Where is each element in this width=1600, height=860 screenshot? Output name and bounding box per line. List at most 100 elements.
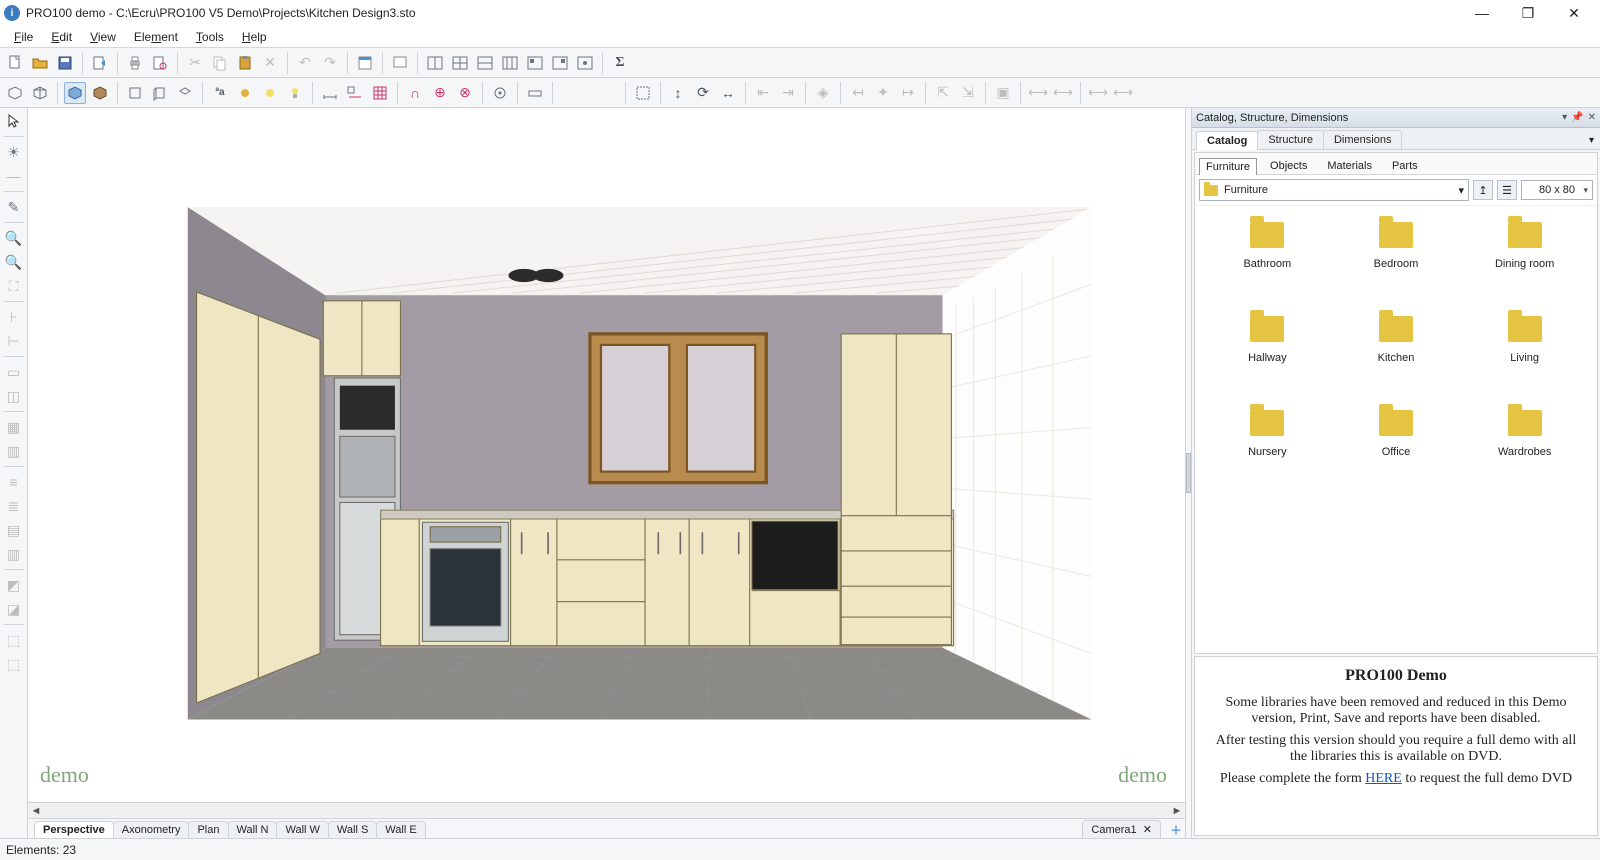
- menu-help[interactable]: Help: [234, 28, 275, 46]
- new-file-button[interactable]: [4, 52, 26, 74]
- layer-3-button[interactable]: ▤: [3, 519, 25, 541]
- layout4-button[interactable]: [499, 52, 521, 74]
- eyedropper-button[interactable]: ✎: [3, 196, 25, 218]
- copy-button[interactable]: [209, 52, 231, 74]
- align-8-button[interactable]: ⇲: [957, 82, 979, 104]
- dimension-edit-button[interactable]: [344, 82, 366, 104]
- target-button[interactable]: [489, 82, 511, 104]
- zoom-out-button[interactable]: 🔍: [3, 251, 25, 273]
- folder-hallway[interactable]: Hallway: [1212, 316, 1322, 364]
- measure-v2-button[interactable]: ⟷: [1112, 82, 1134, 104]
- filter-objects[interactable]: Objects: [1263, 157, 1314, 174]
- dimension-mode-button[interactable]: [319, 82, 341, 104]
- window-maximize-button[interactable]: ❐: [1506, 0, 1550, 26]
- folder-wardrobes[interactable]: Wardrobes: [1470, 410, 1580, 458]
- window-config-button[interactable]: [389, 52, 411, 74]
- cut-button[interactable]: ✂: [184, 52, 206, 74]
- redo-button[interactable]: ↷: [319, 52, 341, 74]
- view3d-1-button[interactable]: [4, 82, 26, 104]
- select-bound-button[interactable]: [632, 82, 654, 104]
- layout3-button[interactable]: [474, 52, 496, 74]
- misc-3-button[interactable]: ⬚: [3, 629, 25, 651]
- view3d-2-button[interactable]: [29, 82, 51, 104]
- tab-plan[interactable]: Plan: [188, 821, 228, 838]
- layout5-button[interactable]: [524, 52, 546, 74]
- cursor-tool-button[interactable]: [3, 110, 25, 132]
- calculate-button[interactable]: Σ: [609, 52, 631, 74]
- window-close-button[interactable]: ✕: [1552, 0, 1596, 26]
- up-folder-button[interactable]: ↥: [1473, 180, 1493, 200]
- misc-1-button[interactable]: ◩: [3, 574, 25, 596]
- grid-button[interactable]: [369, 82, 391, 104]
- tab-overflow-icon[interactable]: ▾: [1583, 132, 1600, 149]
- light1-button[interactable]: [234, 82, 256, 104]
- dim-button-1[interactable]: [524, 82, 546, 104]
- print-preview-button[interactable]: [149, 52, 171, 74]
- view-front-button[interactable]: [124, 82, 146, 104]
- thumb-size-dropdown[interactable]: 80 x 80: [1521, 180, 1593, 200]
- misc-2-button[interactable]: ◪: [3, 598, 25, 620]
- snap-2-button[interactable]: ⊕: [429, 82, 451, 104]
- folder-kitchen[interactable]: Kitchen: [1341, 316, 1451, 364]
- info-pane[interactable]: PRO100 Demo Some libraries have been rem…: [1194, 656, 1598, 836]
- dim-h-button[interactable]: ⊦: [3, 306, 25, 328]
- layer-2-button[interactable]: ≣: [3, 495, 25, 517]
- save-file-button[interactable]: [54, 52, 76, 74]
- light-source-button[interactable]: ☀: [3, 141, 25, 163]
- snap-1-button[interactable]: ∩: [404, 82, 426, 104]
- rotate-tool-button[interactable]: ⟳: [692, 82, 714, 104]
- measure-h2-button[interactable]: ⟷: [1052, 82, 1074, 104]
- folder-nursery[interactable]: Nursery: [1212, 410, 1322, 458]
- line-tool-button[interactable]: ―: [3, 165, 25, 187]
- add-window-button[interactable]: ▦: [3, 416, 25, 438]
- light2-button[interactable]: [259, 82, 281, 104]
- open-file-button[interactable]: [29, 52, 51, 74]
- misc-4-button[interactable]: ⬚: [3, 653, 25, 675]
- group-button[interactable]: ▣: [992, 82, 1014, 104]
- zoom-in-button[interactable]: 🔍: [3, 227, 25, 249]
- move-tool-button[interactable]: ↕: [667, 82, 689, 104]
- menu-view[interactable]: View: [82, 28, 124, 46]
- view-textured-button[interactable]: [89, 82, 111, 104]
- tab-axonometry[interactable]: Axonometry: [113, 821, 190, 838]
- paste-button[interactable]: [234, 52, 256, 74]
- zoom-fit-button[interactable]: ⛶: [3, 275, 25, 297]
- add-wall-button[interactable]: ▭: [3, 361, 25, 383]
- info-link-here[interactable]: HERE: [1365, 771, 1402, 786]
- align-6-button[interactable]: ↦: [897, 82, 919, 104]
- layout2-button[interactable]: [449, 52, 471, 74]
- view-shaded-button[interactable]: [64, 82, 86, 104]
- menu-file[interactable]: File: [6, 28, 41, 46]
- tab-walle[interactable]: Wall E: [376, 821, 425, 838]
- tab-walls[interactable]: Wall S: [328, 821, 377, 838]
- align-5-button[interactable]: ✦: [872, 82, 894, 104]
- panel-pin-icon[interactable]: 📌: [1571, 112, 1583, 123]
- folder-bedroom[interactable]: Bedroom: [1341, 222, 1451, 270]
- tab-dimensions[interactable]: Dimensions: [1323, 130, 1402, 149]
- tab-wallw[interactable]: Wall W: [276, 821, 328, 838]
- layer-1-button[interactable]: ≡: [3, 471, 25, 493]
- measure-v-button[interactable]: ⟷: [1087, 82, 1109, 104]
- view-top-button[interactable]: [174, 82, 196, 104]
- tab-perspective[interactable]: Perspective: [34, 821, 114, 838]
- add-piece-button[interactable]: ▥: [3, 440, 25, 462]
- folder-living[interactable]: Living: [1470, 316, 1580, 364]
- labels-button[interactable]: ªa: [209, 82, 231, 104]
- tab-camera[interactable]: Camera1 ✕: [1082, 820, 1161, 838]
- properties-button[interactable]: [354, 52, 376, 74]
- viewport-3d[interactable]: demo demo: [28, 108, 1185, 802]
- layer-4-button[interactable]: ▥: [3, 543, 25, 565]
- layout1-button[interactable]: [424, 52, 446, 74]
- menu-edit[interactable]: Edit: [43, 28, 80, 46]
- layout7-button[interactable]: [574, 52, 596, 74]
- delete-button[interactable]: ✕: [259, 52, 281, 74]
- add-view-button[interactable]: ＋: [1167, 822, 1185, 838]
- measure-h-button[interactable]: ⟷: [1027, 82, 1049, 104]
- light3-button[interactable]: [284, 82, 306, 104]
- menu-tools[interactable]: Tools: [188, 28, 232, 46]
- pan-tool-button[interactable]: ↔: [717, 82, 739, 104]
- panel-menu-icon[interactable]: ▾: [1562, 112, 1567, 123]
- folder-office[interactable]: Office: [1341, 410, 1451, 458]
- tab-walln[interactable]: Wall N: [228, 821, 278, 838]
- export-button[interactable]: [89, 52, 111, 74]
